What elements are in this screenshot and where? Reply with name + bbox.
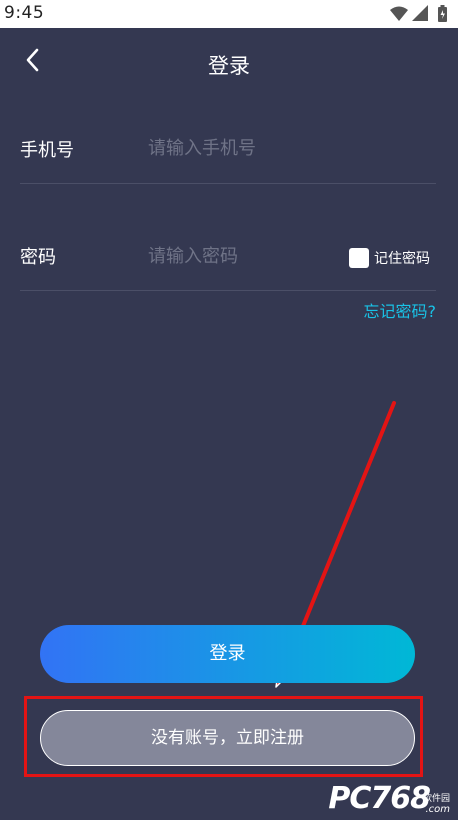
watermark-domain: .com bbox=[425, 804, 450, 815]
highlight-frame bbox=[24, 696, 423, 777]
signal-icon bbox=[412, 5, 428, 21]
password-input[interactable] bbox=[148, 242, 338, 270]
remember-password-label[interactable]: 记住密码 bbox=[374, 248, 430, 268]
password-label: 密码 bbox=[20, 247, 56, 268]
remember-password-checkbox[interactable] bbox=[349, 248, 369, 268]
status-time: 9:45 bbox=[4, 3, 45, 23]
watermark-sub: 软件园 bbox=[422, 794, 450, 804]
page-title: 登录 bbox=[208, 54, 250, 78]
login-button[interactable]: 登录 bbox=[40, 625, 415, 683]
phone-input[interactable] bbox=[148, 134, 338, 162]
forgot-password-link[interactable]: 忘记密码? bbox=[364, 298, 437, 322]
password-divider bbox=[20, 290, 436, 291]
phone-label: 手机号 bbox=[20, 140, 74, 161]
phone-divider bbox=[20, 183, 436, 184]
wifi-icon bbox=[390, 6, 408, 21]
status-bar: 9:45 bbox=[0, 0, 458, 28]
status-icons bbox=[388, 4, 452, 24]
watermark-logo: PC768 bbox=[328, 781, 431, 816]
battery-icon bbox=[438, 5, 447, 22]
